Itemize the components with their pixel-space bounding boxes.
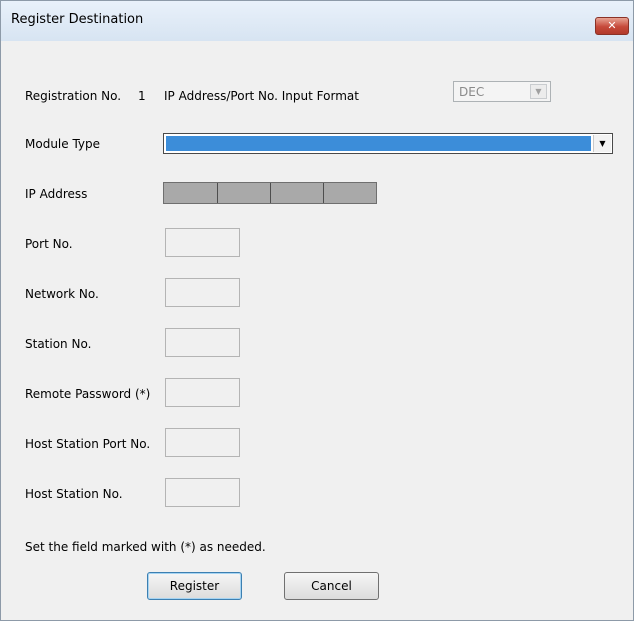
host-station-port-no-label: Host Station Port No. — [25, 437, 151, 451]
host-station-port-no-field[interactable] — [165, 428, 240, 457]
module-type-select[interactable]: ▼ — [163, 133, 613, 154]
dialog-title: Register Destination — [11, 12, 144, 27]
network-no-field[interactable] — [165, 278, 240, 307]
input-format-value: DEC — [459, 85, 485, 99]
cancel-button[interactable]: Cancel — [284, 572, 379, 600]
optional-field-note: Set the field marked with (*) as needed. — [25, 540, 266, 554]
module-type-selection — [166, 136, 591, 151]
title-bar[interactable]: Register Destination ✕ — [1, 1, 633, 41]
port-no-field[interactable] — [165, 228, 240, 257]
registration-no-value: 1 — [138, 89, 146, 103]
chevron-down-icon: ▼ — [530, 84, 547, 99]
host-station-no-field[interactable] — [165, 478, 240, 507]
station-no-label: Station No. — [25, 337, 92, 351]
close-button[interactable]: ✕ — [595, 17, 629, 35]
port-no-label: Port No. — [25, 237, 73, 251]
host-station-no-label: Host Station No. — [25, 487, 123, 501]
ip-octet-divider — [270, 183, 271, 203]
input-format-select: DEC ▼ — [453, 81, 551, 102]
remote-password-field[interactable] — [165, 378, 240, 407]
station-no-field[interactable] — [165, 328, 240, 357]
register-button[interactable]: Register — [147, 572, 242, 600]
ip-address-input[interactable] — [163, 182, 377, 204]
network-no-label: Network No. — [25, 287, 99, 301]
ip-octet-divider — [217, 183, 218, 203]
registration-no-label: Registration No. — [25, 89, 122, 103]
input-format-label: IP Address/Port No. Input Format — [164, 89, 359, 103]
module-type-label: Module Type — [25, 137, 101, 151]
chevron-down-icon[interactable]: ▼ — [593, 135, 611, 152]
ip-address-label: IP Address — [25, 187, 88, 201]
remote-password-label: Remote Password (*) — [25, 387, 151, 401]
close-icon: ✕ — [607, 19, 617, 32]
ip-octet-divider — [323, 183, 324, 203]
